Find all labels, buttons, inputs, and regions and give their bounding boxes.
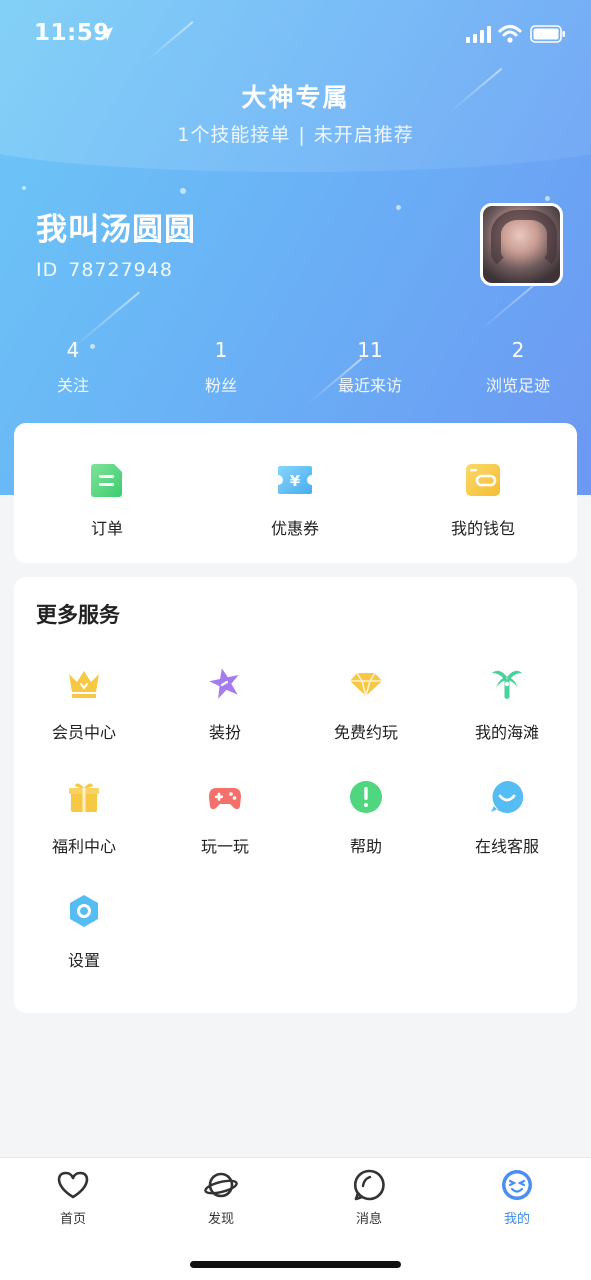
banner-subtitle[interactable]: 1个技能接单 | 未开启推荐 (0, 120, 591, 147)
gamepad-icon (209, 788, 241, 810)
signal-icon (466, 26, 491, 43)
service-label: 装扮 (208, 723, 241, 742)
face-icon (502, 1170, 532, 1200)
service-label: 设置 (67, 951, 100, 970)
help-icon (350, 781, 382, 813)
decor-dot (180, 188, 186, 194)
banner-title[interactable]: 大神专属 (0, 78, 591, 114)
service-label: 我的海滩 (474, 723, 539, 742)
quick-actions-card: 订单 ¥ 优惠券 我的钱包 (14, 423, 577, 563)
service-welfare-center[interactable]: 福利中心 (24, 779, 144, 857)
service-label: 会员中心 (51, 723, 116, 742)
user-id-value: 78727948 (68, 259, 173, 281)
crown-icon (69, 671, 99, 698)
decor-dot (545, 196, 550, 201)
banner-separator: | (298, 124, 306, 146)
tab-label: 首页 (59, 1212, 86, 1227)
service-my-beach[interactable]: 我的海滩 (447, 665, 567, 743)
service-label: 福利中心 (51, 837, 116, 856)
user-id-label: ID (36, 259, 59, 281)
service-label: 免费约玩 (333, 723, 398, 742)
stat-label: 粉丝 (204, 376, 237, 395)
service-member-center[interactable]: 会员中心 (24, 665, 144, 743)
tab-discover[interactable]: 发现 (176, 1168, 266, 1227)
order-button[interactable]: 订单 (47, 461, 167, 539)
decor-dot (22, 186, 26, 190)
coupon-button[interactable]: ¥ 优惠券 (235, 461, 355, 539)
home-indicator[interactable] (190, 1261, 401, 1268)
heart-icon (57, 1171, 89, 1199)
battery-icon (530, 25, 565, 43)
tab-messages[interactable]: 消息 (324, 1168, 414, 1227)
section-title: 更多服务 (36, 603, 120, 627)
tab-mine[interactable]: 我的 (472, 1168, 562, 1227)
stat-value: 1 (214, 338, 228, 362)
service-free-play[interactable]: 免费约玩 (306, 665, 426, 743)
diamond-icon (350, 672, 382, 697)
tab-label: 我的 (503, 1212, 530, 1227)
star-icon (209, 668, 239, 699)
palm-tree-icon (492, 670, 522, 699)
quick-action-label: 订单 (90, 519, 123, 538)
wallet-icon (466, 464, 500, 496)
stat-following[interactable]: 4 关注 (13, 338, 133, 396)
stats-row: 4 关注 1 粉丝 11 最近来访 2 浏览足迹 (0, 338, 591, 408)
service-label: 在线客服 (474, 837, 539, 856)
stat-label: 浏览足迹 (485, 376, 550, 395)
settings-icon (70, 895, 98, 927)
service-label: 帮助 (349, 837, 382, 856)
tab-label: 发现 (207, 1212, 234, 1227)
stat-value: 2 (511, 338, 525, 362)
service-settings[interactable]: 设置 (24, 893, 144, 971)
stat-value: 11 (357, 338, 383, 362)
service-dress-up[interactable]: 装扮 (165, 665, 285, 743)
service-online-support[interactable]: 在线客服 (447, 779, 567, 857)
smile-icon (491, 780, 524, 813)
recommend-status: 未开启推荐 (313, 124, 414, 146)
coupon-icon: ¥ (278, 466, 312, 494)
tab-label: 消息 (355, 1212, 382, 1227)
quick-action-label: 优惠券 (270, 519, 319, 538)
stat-label: 最近来访 (337, 376, 402, 395)
tab-home[interactable]: 首页 (28, 1168, 118, 1227)
avatar-photo (491, 210, 557, 270)
stat-fans[interactable]: 1 粉丝 (161, 338, 281, 396)
service-label: 玩一玩 (200, 837, 249, 856)
svg-text:¥: ¥ (290, 472, 301, 490)
decor-dot (396, 205, 401, 210)
user-id: ID 78727948 (36, 259, 173, 281)
user-name[interactable]: 我叫汤圆圆 (36, 204, 196, 249)
stat-recent-visitors[interactable]: 11 最近来访 (310, 338, 430, 396)
avatar[interactable] (480, 203, 563, 286)
quick-action-label: 我的钱包 (450, 519, 515, 538)
gift-icon (69, 783, 99, 812)
message-icon (353, 1169, 385, 1201)
wallet-button[interactable]: 我的钱包 (423, 461, 543, 539)
wifi-icon (498, 25, 522, 43)
location-arrow-icon (99, 27, 113, 41)
more-services-card: 更多服务 会员中心 装扮 免费约玩 我的海滩 福利中心 玩一玩 帮助 在线客服 … (14, 577, 577, 1013)
skill-order-count: 1个技能接单 (177, 124, 291, 146)
order-icon (91, 464, 122, 497)
stat-value: 4 (66, 338, 80, 362)
stat-browse-history[interactable]: 2 浏览足迹 (458, 338, 578, 396)
status-bar: 11:59 (0, 18, 591, 52)
service-play-games[interactable]: 玩一玩 (165, 779, 285, 857)
stat-label: 关注 (56, 376, 89, 395)
service-help[interactable]: 帮助 (306, 779, 426, 857)
planet-icon (204, 1172, 238, 1198)
